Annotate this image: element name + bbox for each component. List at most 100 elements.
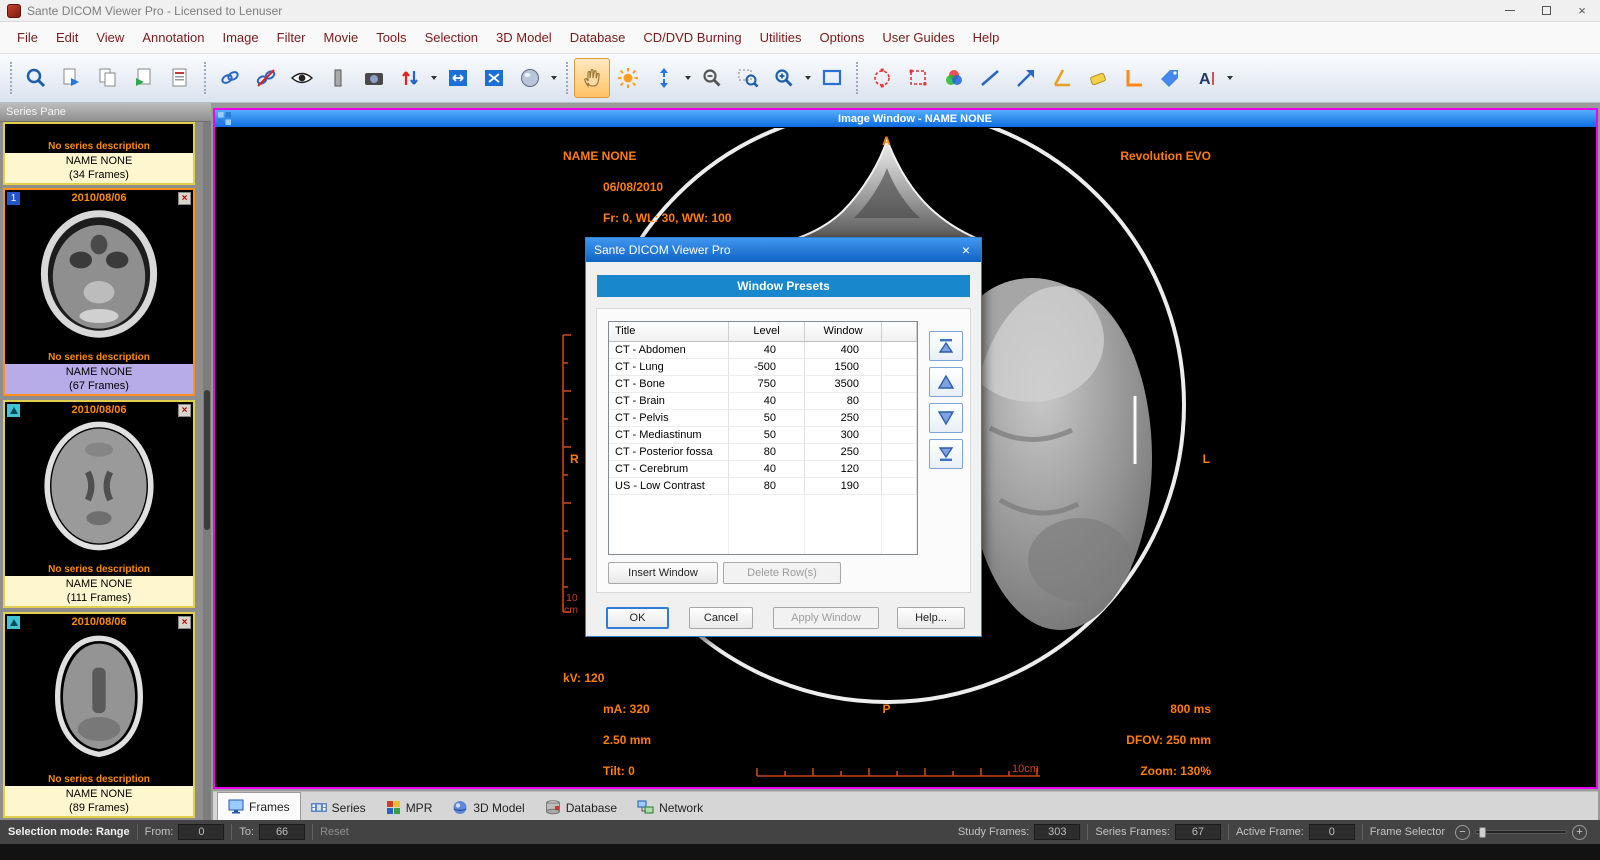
menu-cd-dvd-burning[interactable]: CD/DVD Burning <box>634 25 750 50</box>
brightness-icon[interactable] <box>610 58 646 98</box>
tab-mpr[interactable]: MPR <box>376 795 443 820</box>
menu-edit[interactable]: Edit <box>47 25 87 50</box>
menu-tools[interactable]: Tools <box>367 25 415 50</box>
color-wheel-icon[interactable] <box>936 58 972 98</box>
link-icon[interactable] <box>212 58 248 98</box>
hand-pan-icon[interactable] <box>574 58 610 98</box>
cobb-angle-icon[interactable] <box>1116 58 1152 98</box>
zoom-out-icon[interactable] <box>694 58 730 98</box>
rect-roi-icon[interactable] <box>900 58 936 98</box>
tab-network[interactable]: Network <box>627 795 713 820</box>
export-icon[interactable] <box>54 58 90 98</box>
table-row[interactable]: CT - Cerebrum40120 <box>609 461 917 478</box>
table-row[interactable]: CT - Bone7503500 <box>609 376 917 393</box>
maximize-button[interactable] <box>1528 0 1564 22</box>
menu-file[interactable]: File <box>8 25 47 50</box>
tab-3d-model[interactable]: 3D Model <box>442 795 534 820</box>
move-bottom-button[interactable] <box>929 439 963 469</box>
histogram-icon[interactable] <box>320 58 356 98</box>
menu-filter[interactable]: Filter <box>268 25 315 50</box>
dropdown-caret-icon[interactable] <box>685 76 691 80</box>
series-thumbnail-2-selected[interactable]: 1 2010/08/06 × No series description NAM… <box>3 188 195 396</box>
table-row[interactable]: CT - Posterior fossa80250 <box>609 444 917 461</box>
frame-selector-decrement-button[interactable]: − <box>1455 825 1470 840</box>
tab-series[interactable]: Series <box>301 795 376 820</box>
magnifier-icon[interactable] <box>766 58 802 98</box>
dialog-close-button[interactable]: × <box>951 238 981 262</box>
copy-icon[interactable] <box>90 58 126 98</box>
tab-database[interactable]: Database <box>535 795 627 820</box>
menu-annotation[interactable]: Annotation <box>133 25 213 50</box>
arrow-tool-icon[interactable] <box>1008 58 1044 98</box>
fit-window-icon[interactable] <box>476 58 512 98</box>
image-canvas[interactable]: 10 cm 10cm NAME NONE 06/08/2010 Fr: 0, W… <box>215 127 1596 787</box>
close-series-icon[interactable]: × <box>178 192 191 205</box>
menu-view[interactable]: View <box>87 25 133 50</box>
table-header[interactable]: Title Level Window <box>609 322 917 342</box>
menu-selection[interactable]: Selection <box>416 25 487 50</box>
frame-selector-increment-button[interactable]: + <box>1572 825 1587 840</box>
dropdown-caret-icon[interactable] <box>1227 76 1233 80</box>
table-row[interactable]: CT - Abdomen40400 <box>609 342 917 359</box>
line-tool-icon[interactable] <box>972 58 1008 98</box>
sort-frames-icon[interactable] <box>392 58 428 98</box>
series-thumbnail-1[interactable]: No series description NAME NONE (34 Fram… <box>3 122 195 185</box>
menu-3d-model[interactable]: 3D Model <box>487 25 561 50</box>
eraser-icon[interactable] <box>1080 58 1116 98</box>
ellipse-roi-icon[interactable] <box>864 58 900 98</box>
menu-database[interactable]: Database <box>561 25 635 50</box>
cancel-button[interactable]: Cancel <box>689 607 753 629</box>
menu-user-guides[interactable]: User Guides <box>873 25 963 50</box>
from-value[interactable]: 0 <box>178 824 224 840</box>
table-row[interactable]: CT - Lung-5001500 <box>609 359 917 376</box>
zoom-icon[interactable] <box>18 58 54 98</box>
ok-button[interactable]: OK <box>606 607 669 629</box>
dropdown-caret-icon[interactable] <box>431 76 437 80</box>
camera-icon[interactable] <box>356 58 392 98</box>
report-icon[interactable] <box>162 58 198 98</box>
move-down-button[interactable] <box>929 403 963 433</box>
help-button[interactable]: Help... <box>897 607 965 629</box>
close-series-icon[interactable]: × <box>178 616 191 629</box>
menu-image[interactable]: Image <box>213 25 267 50</box>
frame-selector-slider[interactable] <box>1475 830 1567 834</box>
dialog-titlebar[interactable]: Sante DICOM Viewer Pro × <box>586 238 981 262</box>
table-row[interactable]: CT - Mediastinum50300 <box>609 427 917 444</box>
series-pane-scrollbar[interactable] <box>203 122 211 820</box>
menu-movie[interactable]: Movie <box>315 25 368 50</box>
texture-icon[interactable] <box>512 58 548 98</box>
tag-icon[interactable] <box>1152 58 1188 98</box>
close-series-icon[interactable]: × <box>178 404 191 417</box>
menu-help[interactable]: Help <box>964 25 1009 50</box>
menu-options[interactable]: Options <box>811 25 874 50</box>
table-row[interactable]: CT - Pelvis50250 <box>609 410 917 427</box>
slider-thumb[interactable] <box>1479 827 1486 838</box>
dropdown-caret-icon[interactable] <box>805 76 811 80</box>
image-window-titlebar[interactable]: Image Window - NAME NONE <box>215 110 1596 127</box>
insert-window-button[interactable]: Insert Window <box>608 562 718 584</box>
table-row[interactable]: US - Low Contrast80190 <box>609 478 917 495</box>
angle-tool-icon[interactable] <box>1044 58 1080 98</box>
menu-utilities[interactable]: Utilities <box>751 25 811 50</box>
scrollbar-thumb[interactable] <box>204 390 210 530</box>
text-tool-icon[interactable]: A <box>1188 58 1224 98</box>
eye-icon[interactable] <box>284 58 320 98</box>
tab-frames[interactable]: Frames <box>217 792 301 820</box>
move-top-button[interactable] <box>929 331 963 361</box>
to-value[interactable]: 66 <box>259 824 305 840</box>
minimize-button[interactable] <box>1492 0 1528 22</box>
fit-image-icon[interactable] <box>440 58 476 98</box>
reset-button[interactable]: Reset <box>320 826 349 838</box>
rect-select-icon[interactable] <box>814 58 850 98</box>
dropdown-caret-icon[interactable] <box>551 76 557 80</box>
zoom-region-icon[interactable] <box>730 58 766 98</box>
import-icon[interactable] <box>126 58 162 98</box>
series-thumbnail-4[interactable]: 2010/08/06 × No series description NAME … <box>3 612 195 818</box>
series-thumbnail-3[interactable]: 2010/08/06 × No series description NAME … <box>3 400 195 608</box>
close-button[interactable]: × <box>1564 0 1600 22</box>
move-up-button[interactable] <box>929 367 963 397</box>
move-icon[interactable] <box>646 58 682 98</box>
presets-table[interactable]: Title Level Window CT - Abdomen40400 CT … <box>608 321 918 555</box>
table-row[interactable]: CT - Brain4080 <box>609 393 917 410</box>
unlink-icon[interactable] <box>248 58 284 98</box>
